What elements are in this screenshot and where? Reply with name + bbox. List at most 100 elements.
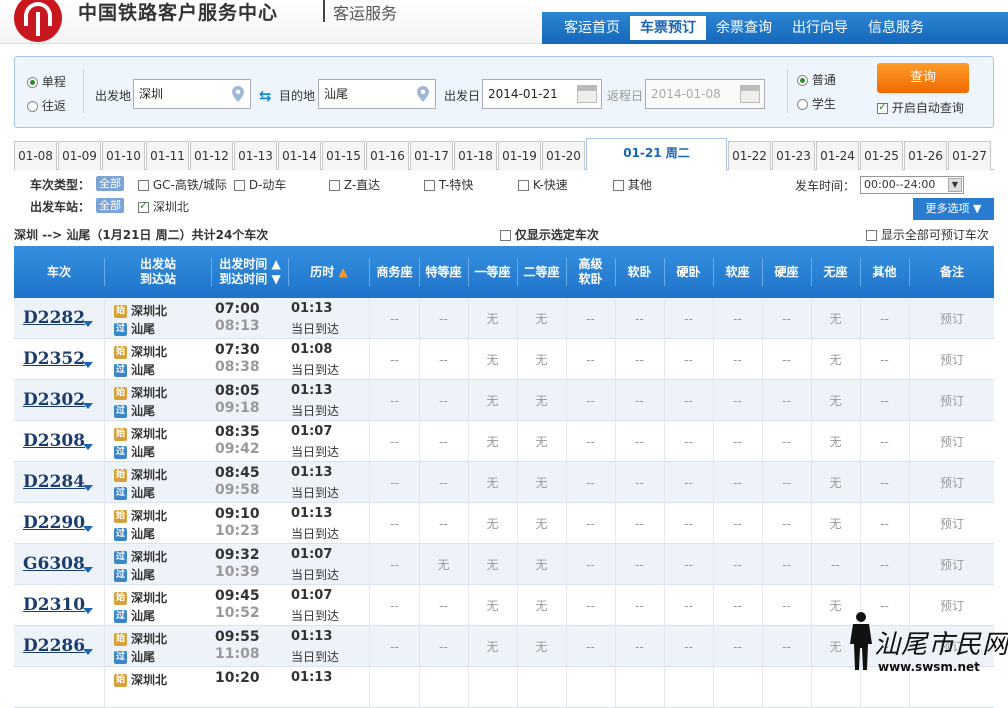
col-train[interactable]: 车次 <box>14 246 104 298</box>
book-button[interactable]: 预订 <box>910 421 994 462</box>
to-station-input[interactable]: 汕尾 <box>318 79 436 109</box>
train-number-link[interactable]: D2308 <box>23 431 85 451</box>
only-selected-option[interactable]: 仅显示选定车次 <box>500 226 599 243</box>
nav-remaining-tickets[interactable]: 余票查询 <box>706 16 782 40</box>
checkbox[interactable] <box>234 180 245 191</box>
swap-stations-icon[interactable]: ⇆ <box>259 87 272 105</box>
book-button[interactable]: 预订 <box>910 462 994 503</box>
date-tab[interactable]: 01-09 <box>58 141 101 170</box>
normal-radio[interactable] <box>797 75 808 86</box>
chevron-down-icon: ▼ <box>948 178 962 192</box>
type-z[interactable]: Z-直达 <box>329 176 380 193</box>
col-times[interactable]: 出发时间 ▲ 到达时间 ▼ <box>212 246 288 298</box>
date-tab[interactable]: 01-14 <box>278 141 321 170</box>
date-tab[interactable]: 01-13 <box>234 141 277 170</box>
type-k[interactable]: K-快速 <box>518 176 568 193</box>
checkbox[interactable] <box>138 180 149 191</box>
type-t[interactable]: T-特快 <box>424 176 473 193</box>
auto-query-checkbox[interactable] <box>877 100 888 114</box>
book-button[interactable]: 预订 <box>910 380 994 421</box>
query-button[interactable]: 查询 <box>877 63 969 93</box>
date-tab[interactable]: 01-24 <box>816 141 859 170</box>
more-options-button[interactable]: 更多选项 ▼ <box>913 198 994 220</box>
chevron-down-icon[interactable] <box>83 649 93 655</box>
date-tab[interactable]: 01-23 <box>772 141 815 170</box>
type-other[interactable]: 其他 <box>613 176 652 193</box>
train-number-link[interactable]: G6308 <box>23 554 85 574</box>
round-trip-radio[interactable] <box>27 101 38 112</box>
date-tab[interactable]: 01-16 <box>366 141 409 170</box>
nav-travel-guide[interactable]: 出行向导 <box>782 16 858 40</box>
passenger-student[interactable]: 学生 <box>797 95 836 112</box>
railway-logo-icon[interactable] <box>14 0 62 42</box>
nav-info-service[interactable]: 信息服务 <box>858 16 934 40</box>
trip-one-way[interactable]: 单程 <box>27 73 66 90</box>
from-station-input[interactable]: 深圳 <box>133 79 251 109</box>
train-number-link[interactable]: D2282 <box>23 308 85 328</box>
calendar-icon[interactable] <box>740 85 760 103</box>
type-d[interactable]: D-动车 <box>234 176 286 193</box>
date-tab[interactable]: 01-20 <box>542 141 585 170</box>
checkbox[interactable] <box>329 180 340 191</box>
calendar-icon[interactable] <box>577 85 597 103</box>
date-tab[interactable]: 01-12 <box>190 141 233 170</box>
train-number-link[interactable]: D2286 <box>23 636 85 656</box>
depart-time-select[interactable]: 00:00--24:00 ▼ <box>860 176 964 194</box>
date-tab[interactable]: 01-10 <box>102 141 145 170</box>
station-all[interactable]: 全部 <box>96 198 124 213</box>
chevron-down-icon[interactable] <box>83 444 93 450</box>
chevron-down-icon[interactable] <box>83 485 93 491</box>
checkbox[interactable] <box>518 180 529 191</box>
train-number-link[interactable]: D2284 <box>23 472 85 492</box>
date-tab[interactable]: 01-25 <box>860 141 903 170</box>
student-radio[interactable] <box>797 99 808 110</box>
date-tab[interactable]: 01-27 <box>948 141 991 170</box>
date-tab[interactable]: 01-19 <box>498 141 541 170</box>
date-tab[interactable]: 01-11 <box>146 141 189 170</box>
trip-round[interactable]: 往返 <box>27 97 66 114</box>
train-number-link[interactable]: D2352 <box>23 349 85 369</box>
date-tab[interactable]: 01-26 <box>904 141 947 170</box>
date-tab[interactable]: 01-17 <box>410 141 453 170</box>
passenger-normal[interactable]: 普通 <box>797 71 836 88</box>
date-tab[interactable]: 01-18 <box>454 141 497 170</box>
nav-ticket-booking[interactable]: 车票预订 <box>630 16 706 40</box>
checkbox[interactable] <box>866 230 877 241</box>
date-tab[interactable]: 01-08 <box>14 141 57 170</box>
auto-query-option[interactable]: 开启自动查询 <box>877 99 964 116</box>
chevron-down-icon[interactable] <box>83 321 93 327</box>
date-tab[interactable]: 01-15 <box>322 141 365 170</box>
chevron-down-icon[interactable] <box>83 608 93 614</box>
chevron-down-icon[interactable] <box>83 403 93 409</box>
book-button[interactable]: 预订 <box>910 503 994 544</box>
nav-home[interactable]: 客运首页 <box>554 16 630 40</box>
checkbox[interactable] <box>613 180 624 191</box>
table-row: 始深圳北 10:20 01:13 <box>14 667 994 708</box>
book-button[interactable]: 预订 <box>910 298 994 339</box>
book-button[interactable]: 预订 <box>910 544 994 585</box>
chevron-down-icon[interactable] <box>83 567 93 573</box>
return-date-input[interactable]: 2014-01-08 <box>645 79 765 109</box>
show-all-option[interactable]: 显示全部可预订车次 <box>866 226 989 243</box>
train-number-link[interactable]: D2290 <box>23 513 85 533</box>
book-button[interactable]: 预订 <box>910 339 994 380</box>
checkbox[interactable] <box>138 199 149 213</box>
date-tab[interactable]: 01-21 周二 <box>586 138 727 171</box>
date-tab[interactable]: 01-22 <box>728 141 771 170</box>
depart-date-input[interactable]: 2014-01-21 <box>482 79 602 109</box>
chevron-down-icon[interactable] <box>83 526 93 532</box>
train-type-all[interactable]: 全部 <box>96 176 124 191</box>
main-nav: 客运首页 车票预订 余票查询 出行向导 信息服务 <box>542 12 1008 44</box>
train-number-link[interactable]: D2302 <box>23 390 85 410</box>
checkbox[interactable] <box>500 230 511 241</box>
train-number-link[interactable]: D2310 <box>23 595 85 615</box>
type-gc[interactable]: GC-高铁/城际 <box>138 176 227 193</box>
arrive-time: 08:38 <box>215 359 260 375</box>
one-way-radio[interactable] <box>27 77 38 88</box>
chevron-down-icon[interactable] <box>83 362 93 368</box>
table-row: D2308 始深圳北过汕尾 08:35 09:42 01:07 当日到达 -- -- 无 无 -- -… <box>14 421 994 462</box>
station-option[interactable]: 深圳北 <box>138 198 189 215</box>
arrive-time: 10:39 <box>215 564 260 580</box>
col-duration[interactable]: 历时 ▲ <box>289 246 369 298</box>
checkbox[interactable] <box>424 180 435 191</box>
